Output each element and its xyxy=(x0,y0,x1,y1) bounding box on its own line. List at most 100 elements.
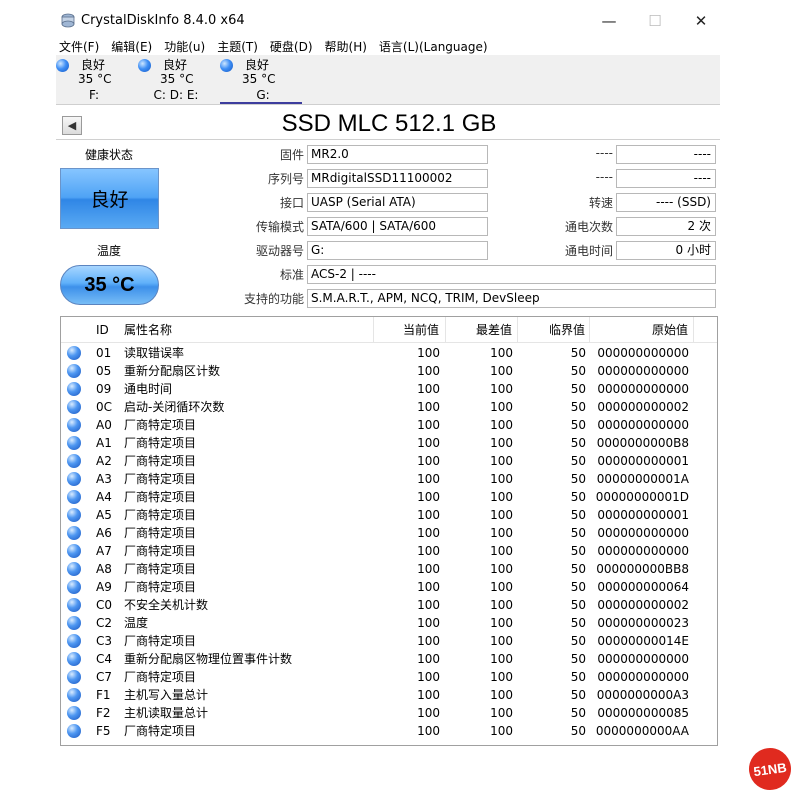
current-value: 100 xyxy=(417,382,440,396)
threshold-value: 50 xyxy=(570,346,586,360)
menu-language[interactable]: 语言(L)(Language) xyxy=(376,38,492,56)
firmware-field: MR2.0 xyxy=(307,145,488,164)
close-button[interactable]: ✕ xyxy=(678,8,724,34)
table-row[interactable]: A3 厂商特定项目 100 100 50 00000000001A xyxy=(61,470,717,488)
table-row[interactable]: C2 温度 100 100 50 000000000023 xyxy=(61,614,717,632)
worst-value: 100 xyxy=(490,688,513,702)
threshold-value: 50 xyxy=(570,634,586,648)
drive-status: 良好 xyxy=(245,58,270,72)
attribute-id: A8 xyxy=(96,562,112,576)
current-value: 100 xyxy=(417,562,440,576)
status-dot-icon xyxy=(67,598,81,612)
worst-value: 100 xyxy=(490,724,513,738)
table-row[interactable]: A1 厂商特定项目 100 100 50 0000000000B8 xyxy=(61,434,717,452)
status-dot-icon xyxy=(67,688,81,702)
smart-attribute-table[interactable]: ID 属性名称 当前值 最差值 临界值 原始值 01 读取错误率 100 100 50 0… xyxy=(60,316,718,746)
menu-edit[interactable]: 编辑(E) xyxy=(108,38,156,56)
attribute-id: A0 xyxy=(96,418,112,432)
current-value: 100 xyxy=(417,652,440,666)
worst-value: 100 xyxy=(490,400,513,414)
header-status xyxy=(61,317,93,343)
header-worst[interactable]: 最差值 xyxy=(446,317,518,343)
health-status-button[interactable]: 良好 xyxy=(60,168,159,229)
menu-theme[interactable]: 主题(T) xyxy=(214,38,262,56)
threshold-value: 50 xyxy=(570,652,586,666)
table-row[interactable]: 0C 启动-关闭循环次数 100 100 50 000000000002 xyxy=(61,398,717,416)
table-row[interactable]: C4 重新分配扇区物理位置事件计数 100 100 50 000000000000 xyxy=(61,650,717,668)
transfer-mode-field: SATA/600 | SATA/600 xyxy=(307,217,488,236)
drive-tab-f[interactable]: 良好 35 °C F: xyxy=(56,55,138,104)
table-row[interactable]: F2 主机读取量总计 100 100 50 000000000085 xyxy=(61,704,717,722)
rotation-rate-field: ---- (SSD) xyxy=(616,193,716,212)
header-threshold[interactable]: 临界值 xyxy=(518,317,590,343)
table-row[interactable]: 05 重新分配扇区计数 100 100 50 000000000000 xyxy=(61,362,717,380)
table-row[interactable]: A8 厂商特定项目 100 100 50 000000000BB8 xyxy=(61,560,717,578)
header-id[interactable]: ID xyxy=(93,317,121,343)
attribute-name: 重新分配扇区物理位置事件计数 xyxy=(124,652,293,666)
attribute-id: A9 xyxy=(96,580,112,594)
current-value: 100 xyxy=(417,400,440,414)
serial-label: 序列号 xyxy=(267,172,304,186)
status-cell xyxy=(61,506,93,524)
temperature-button[interactable]: 35 °C xyxy=(60,265,159,305)
window-title: CrystalDiskInfo 8.4.0 x64 xyxy=(81,13,245,28)
status-cell xyxy=(61,614,93,632)
info-right-field-2: ---- xyxy=(616,169,716,188)
table-row[interactable]: 01 读取错误率 100 100 50 000000000000 xyxy=(61,344,717,362)
status-dot-icon xyxy=(67,382,81,396)
threshold-value: 50 xyxy=(570,598,586,612)
table-row[interactable]: C7 厂商特定项目 100 100 50 000000000000 xyxy=(61,668,717,686)
previous-disk-button[interactable]: ◀ xyxy=(62,116,82,135)
menu-file[interactable]: 文件(F) xyxy=(56,38,103,56)
threshold-value: 50 xyxy=(570,454,586,468)
worst-value: 100 xyxy=(490,634,513,648)
current-value: 100 xyxy=(417,598,440,612)
attribute-name: 厂商特定项目 xyxy=(124,562,197,576)
maximize-button[interactable]: ☐ xyxy=(632,8,678,34)
table-row[interactable]: A7 厂商特定项目 100 100 50 000000000000 xyxy=(61,542,717,560)
divider xyxy=(56,139,720,140)
attribute-id: 0C xyxy=(96,400,113,414)
status-dot-icon xyxy=(67,490,81,504)
close-icon: ✕ xyxy=(694,12,708,30)
menu-disk[interactable]: 硬盘(D) xyxy=(267,38,317,56)
menu-help[interactable]: 帮助(H) xyxy=(322,38,371,56)
table-row[interactable]: C0 不安全关机计数 100 100 50 000000000002 xyxy=(61,596,717,614)
header-current[interactable]: 当前值 xyxy=(374,317,446,343)
info-right-field-1: ---- xyxy=(616,145,716,164)
table-row[interactable]: F1 主机写入量总计 100 100 50 0000000000A3 xyxy=(61,686,717,704)
table-row[interactable]: F5 厂商特定项目 100 100 50 0000000000AA xyxy=(61,722,717,740)
attribute-name: 厂商特定项目 xyxy=(124,634,197,648)
table-row[interactable]: 09 通电时间 100 100 50 000000000000 xyxy=(61,380,717,398)
table-row[interactable]: A2 厂商特定项目 100 100 50 000000000001 xyxy=(61,452,717,470)
table-row[interactable]: A9 厂商特定项目 100 100 50 000000000064 xyxy=(61,578,717,596)
info-right-label-1: ---- xyxy=(595,146,613,160)
status-dot-icon xyxy=(67,472,81,486)
attribute-name: 厂商特定项目 xyxy=(124,472,197,486)
drive-temp: 35 °C xyxy=(78,72,112,86)
menu-bar: 文件(F) 编辑(E) 功能(u) 主题(T) 硬盘(D) 帮助(H) 语言(L… xyxy=(56,38,497,56)
drive-tab-g[interactable]: 良好 35 °C G: xyxy=(220,55,302,104)
table-row[interactable]: C3 厂商特定项目 100 100 50 00000000014E xyxy=(61,632,717,650)
header-raw-value[interactable]: 原始值 xyxy=(590,317,694,343)
table-row[interactable]: A5 厂商特定项目 100 100 50 000000000001 xyxy=(61,506,717,524)
header-attribute-name[interactable]: 属性名称 xyxy=(121,317,374,343)
status-dot-icon xyxy=(67,364,81,378)
status-dot-icon xyxy=(67,724,81,738)
table-row[interactable]: A0 厂商特定项目 100 100 50 000000000000 xyxy=(61,416,717,434)
table-row[interactable]: A6 厂商特定项目 100 100 50 000000000000 xyxy=(61,524,717,542)
raw-value: 000000000000 xyxy=(597,652,689,666)
status-dot-icon xyxy=(220,59,233,72)
minimize-button[interactable]: — xyxy=(586,8,632,34)
raw-value: 000000000000 xyxy=(597,382,689,396)
power-on-hours-field: 0 小时 xyxy=(616,241,716,260)
attribute-id: 09 xyxy=(96,382,112,396)
raw-value: 000000000002 xyxy=(597,400,689,414)
table-row[interactable]: A4 厂商特定项目 100 100 50 00000000001D xyxy=(61,488,717,506)
attribute-name: 厂商特定项目 xyxy=(124,544,197,558)
menu-function[interactable]: 功能(u) xyxy=(161,38,209,56)
current-value: 100 xyxy=(417,706,440,720)
disk-model-title: SSD MLC 512.1 GB xyxy=(281,110,497,137)
minimize-icon: — xyxy=(601,12,617,30)
drive-tab-cde[interactable]: 良好 35 °C C: D: E: xyxy=(138,55,220,104)
